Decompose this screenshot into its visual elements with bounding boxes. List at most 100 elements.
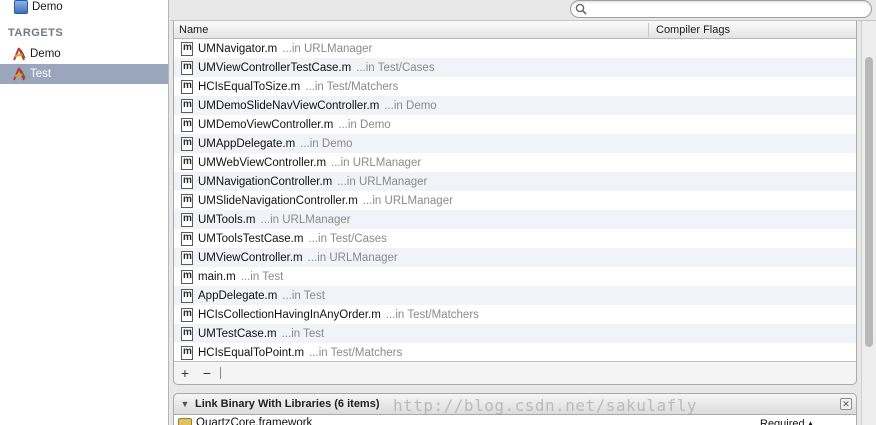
target-app-icon [12, 47, 27, 61]
file-path: ...in URLManager [331, 156, 422, 169]
project-name: Demo [32, 1, 63, 13]
table-row[interactable]: m UMTestCase.m ...in Test [174, 324, 856, 343]
library-name: QuartzCore.framework [196, 417, 313, 425]
objc-source-file-icon: m [181, 155, 193, 170]
file-name: UMDemoViewController.m [198, 118, 334, 131]
objc-source-file-icon: m [181, 345, 193, 360]
target-app-icon [12, 67, 27, 81]
compile-sources-panel: Name Compiler Flags m UMNavigator.m ...in … [173, 21, 857, 385]
objc-source-file-icon: m [181, 231, 193, 246]
table-row[interactable]: m UMViewControllerTestCase.m ...in Test/Ca… [174, 58, 856, 77]
column-header-name[interactable]: Name [179, 24, 208, 36]
target-item-test[interactable]: Test [0, 64, 168, 84]
file-path: ...in URLManager [307, 251, 398, 264]
target-item-demo[interactable]: Demo [0, 44, 168, 64]
file-name: UMTools.m [198, 213, 256, 226]
column-separator[interactable] [648, 23, 649, 37]
target-label: Test [30, 68, 52, 80]
file-path: ...in URLManager [362, 194, 453, 207]
framework-icon [178, 418, 192, 425]
library-status-popup[interactable]: Required ▴ [760, 417, 813, 425]
objc-source-file-icon: m [181, 98, 193, 113]
objc-source-file-icon: m [181, 288, 193, 303]
table-row[interactable]: m UMToolsTestCase.m ...in Test/Cases [174, 229, 856, 248]
source-file-list: m UMNavigator.m ...in URLManager m UMViewCon… [174, 39, 856, 362]
objc-source-file-icon: m [181, 269, 193, 284]
remove-button[interactable]: − [196, 366, 218, 380]
disclosure-triangle-icon[interactable]: ▼ [179, 398, 191, 410]
table-row[interactable]: m UMSlideNavigationController.m ...in URLM… [174, 191, 856, 210]
table-row[interactable]: m HCIsEqualToPoint.m ...in Test/Matchers [174, 343, 856, 361]
project-navigator: Demo TARGETS Demo Test [0, 0, 169, 425]
file-name: main.m [198, 270, 236, 283]
file-name: UMWebViewController.m [198, 156, 327, 169]
file-name: UMNavigator.m [198, 42, 278, 55]
table-row[interactable]: m UMWebViewController.m ...in URLManager [174, 153, 856, 172]
objc-source-file-icon: m [181, 136, 193, 151]
file-name: UMNavigationController.m [198, 175, 333, 188]
table-row[interactable]: m UMDemoViewController.m ...in Demo [174, 115, 856, 134]
file-name: HCIsEqualToPoint.m [198, 346, 305, 359]
column-header-compiler-flags[interactable]: Compiler Flags [656, 24, 730, 36]
file-path: ...in URLManager [337, 175, 428, 188]
close-icon[interactable]: ✕ [840, 398, 852, 410]
xcode-project-icon [14, 0, 28, 14]
file-path: ...in Demo [338, 118, 391, 131]
file-name: UMViewController.m [198, 251, 303, 264]
file-name: UMDemoSlideNavViewController.m [198, 99, 380, 112]
add-button[interactable]: + [174, 366, 196, 380]
file-name: UMAppDelegate.m [198, 137, 296, 150]
library-row[interactable]: QuartzCore.framework Required ▴ [173, 415, 857, 425]
table-row[interactable]: m UMNavigator.m ...in URLManager [174, 39, 856, 58]
file-path: ...in URLManager [260, 213, 351, 226]
table-row[interactable]: m HCIsCollectionHavingInAnyOrder.m ...in T… [174, 305, 856, 324]
objc-source-file-icon: m [181, 174, 193, 189]
file-path: ...in Test [282, 289, 325, 302]
table-row[interactable]: m UMAppDelegate.m ...in Demo [174, 134, 856, 153]
objc-source-file-icon: m [181, 193, 193, 208]
project-item[interactable]: Demo [0, 0, 168, 17]
table-row[interactable]: m UMTools.m ...in URLManager [174, 210, 856, 229]
vertical-scrollbar[interactable] [861, 21, 876, 425]
file-path: ...in Test/Matchers [309, 346, 403, 359]
table-row[interactable]: m UMViewController.m ...in URLManager [174, 248, 856, 267]
file-path: ...in Test/Cases [356, 61, 435, 74]
objc-source-file-icon: m [181, 60, 193, 75]
targets-section-header: TARGETS [8, 27, 64, 39]
file-path: ...in Demo [384, 99, 437, 112]
objc-source-file-icon: m [181, 250, 193, 265]
panel-toolbar: + − [174, 362, 856, 384]
file-name: UMTestCase.m [198, 327, 277, 340]
objc-source-file-icon: m [181, 117, 193, 132]
search-input[interactable] [591, 2, 861, 16]
file-name: HCIsCollectionHavingInAnyOrder.m [198, 308, 381, 321]
target-label: Demo [30, 48, 61, 60]
file-path: ...in Test [240, 270, 284, 283]
file-name: UMToolsTestCase.m [198, 232, 304, 245]
file-name: UMSlideNavigationController.m [198, 194, 358, 207]
file-path: ...in Demo [300, 137, 353, 150]
file-path: ...in Test/Cases [308, 232, 387, 245]
table-row[interactable]: m UMDemoSlideNavViewController.m ...in Dem… [174, 96, 856, 115]
table-row[interactable]: m HCIsEqualToSize.m ...in Test/Matchers [174, 77, 856, 96]
objc-source-file-icon: m [181, 307, 193, 322]
build-phases-editor: Name Compiler Flags m UMNavigator.m ...in … [170, 0, 876, 425]
table-header: Name Compiler Flags [174, 21, 856, 39]
table-row[interactable]: m main.m ...in Test [174, 267, 856, 286]
file-name: HCIsEqualToSize.m [198, 80, 301, 93]
search-field[interactable] [570, 0, 872, 18]
phase-title: Link Binary With Libraries (6 items) [195, 398, 380, 410]
file-path: ...in Test/Matchers [385, 308, 479, 321]
file-name: UMViewControllerTestCase.m [198, 61, 352, 74]
objc-source-file-icon: m [181, 212, 193, 227]
file-name: AppDelegate.m [198, 289, 278, 302]
file-path: ...in Test/Matchers [305, 80, 399, 93]
file-path: ...in URLManager [282, 42, 373, 55]
toolbar-divider [220, 367, 221, 379]
table-row[interactable]: m UMNavigationController.m ...in URLManage… [174, 172, 856, 191]
table-row[interactable]: m AppDelegate.m ...in Test [174, 286, 856, 305]
objc-source-file-icon: m [181, 79, 193, 94]
objc-source-file-icon: m [181, 326, 193, 341]
objc-source-file-icon: m [181, 41, 193, 56]
scroll-thumb[interactable] [865, 57, 873, 347]
